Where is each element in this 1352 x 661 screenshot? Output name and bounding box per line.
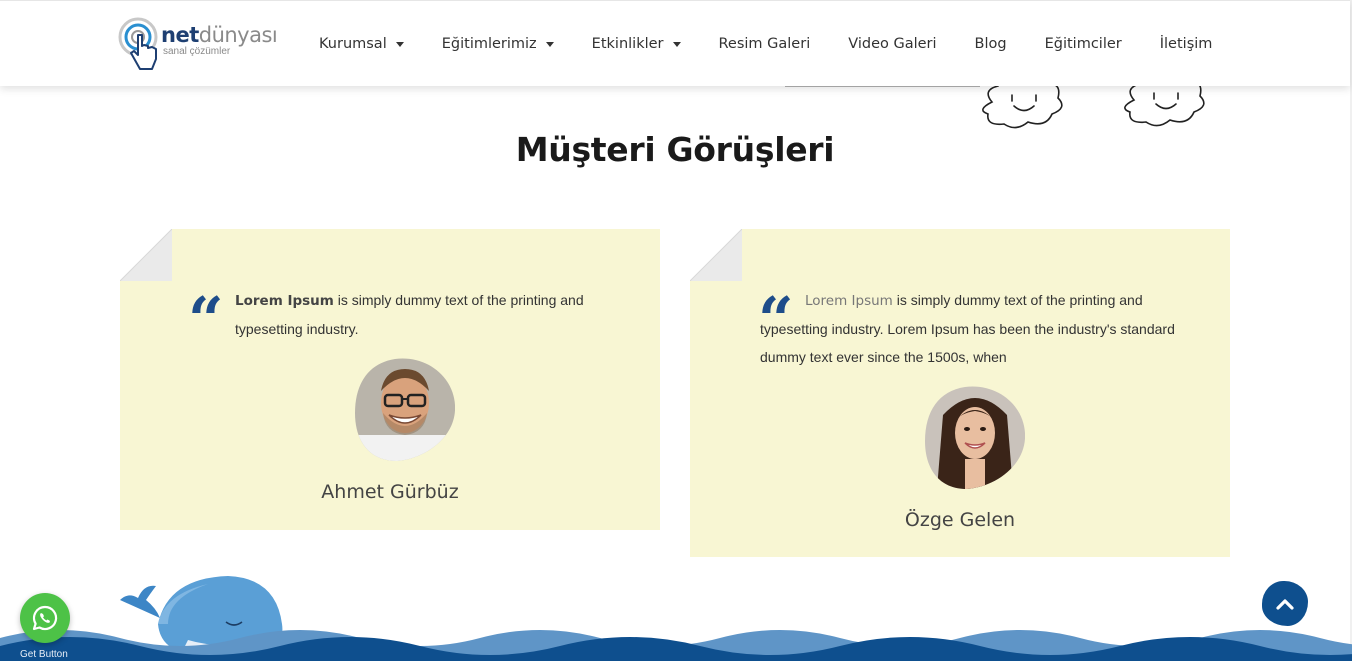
nav-item-iletisim[interactable]: İletişim (1141, 36, 1232, 52)
whatsapp-button[interactable] (20, 593, 70, 643)
chevron-up-icon (1276, 598, 1294, 610)
page-fold-icon (120, 229, 172, 281)
quote-icon: “ (188, 283, 224, 356)
smiling-clouds-decoration (785, 80, 1205, 129)
logo-hand-icon (118, 17, 158, 70)
testimonial-card: “ Lorem Ipsum is simply dummy text of th… (690, 229, 1230, 557)
nav-item-resim-galeri[interactable]: Resim Galeri (700, 36, 830, 52)
nav-item-egitimlerimiz[interactable]: Eğitimlerimiz (423, 36, 573, 52)
caret-down-icon (545, 41, 554, 47)
person-name: Ahmet Gürbüz (321, 481, 459, 503)
testimonial-text: Lorem Ipsum is simply dummy text of the … (235, 292, 584, 337)
wave-footer-decoration (0, 630, 1352, 661)
page-fold-icon (690, 229, 742, 281)
nav-item-blog[interactable]: Blog (956, 36, 1026, 52)
logo-tagline: sanal çözümler (163, 46, 231, 57)
avatar (355, 358, 455, 461)
site-logo[interactable]: netdünyası sanal çözümler (118, 15, 278, 73)
nav-item-kurumsal[interactable]: Kurumsal (300, 36, 423, 52)
whatsapp-label: Get Button (20, 649, 68, 660)
person-name: Özge Gelen (904, 509, 1016, 531)
nav-item-video-galeri[interactable]: Video Galeri (829, 36, 955, 52)
back-to-top-button[interactable] (1262, 581, 1308, 626)
logo-wordmark: netdünyası (161, 23, 278, 47)
site-header: netdünyası sanal çözümler Kurumsal Eğiti… (0, 0, 1350, 86)
caret-down-icon (672, 41, 681, 47)
nav-item-egitimciler[interactable]: Eğitimciler (1026, 36, 1141, 52)
main-nav: Kurumsal Eğitimlerimiz Etkinlikler Resim… (300, 1, 1231, 87)
testimonial-text: Lorem Ipsum is simply dummy text of the … (760, 292, 1175, 365)
testimonial-card: “ Lorem Ipsum is simply dummy text of th… (120, 229, 660, 530)
whatsapp-icon (32, 605, 58, 631)
avatar (925, 386, 1025, 489)
nav-item-etkinlikler[interactable]: Etkinlikler (573, 36, 700, 52)
caret-down-icon (395, 41, 404, 47)
